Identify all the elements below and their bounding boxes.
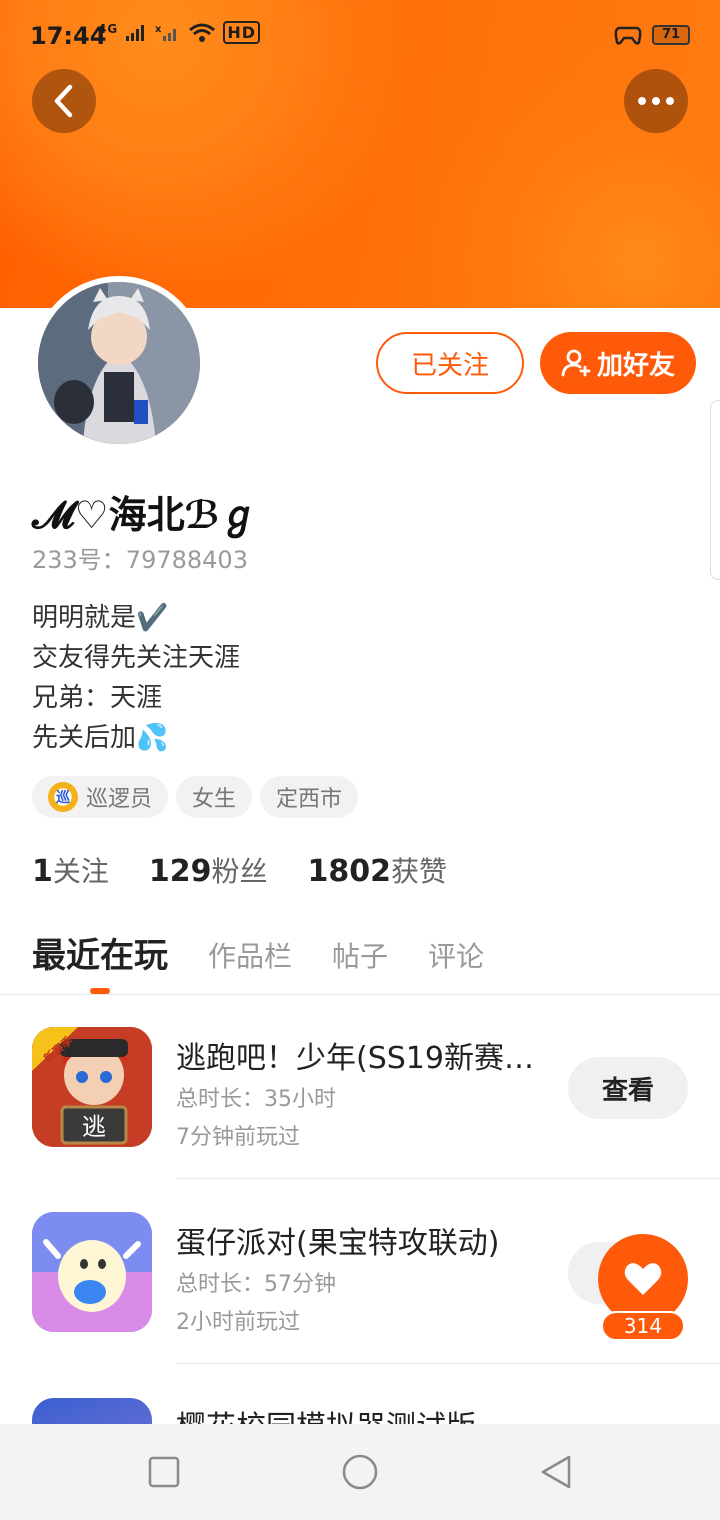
signal-icons: 4G x HD [98, 21, 260, 44]
game-title: 逃跑吧！少年(SS19新赛… [176, 1041, 534, 1076]
profile-tags: 巡 巡逻员 女生 定西市 [32, 776, 359, 818]
game-icon-art: 逃 新赛季 [32, 1027, 152, 1147]
signal-icon-2: x [155, 24, 176, 41]
battery-icon: 71 [652, 25, 690, 45]
recent-apps-button[interactable] [146, 1454, 182, 1490]
stat-label: 粉丝 [211, 855, 268, 888]
system-nav-bar [0, 1424, 720, 1520]
stat-value: 1 [32, 854, 53, 889]
game-last-played: 7分钟前玩过 [176, 1125, 300, 1150]
row-divider [176, 1363, 720, 1364]
svg-text:x: x [155, 24, 162, 35]
bio-line: 交友得先关注天涯 [32, 643, 241, 673]
game-last-played: 2小时前玩过 [176, 1310, 300, 1335]
bio-line: 先关后加💦 [32, 723, 169, 753]
tag-label: 定西市 [276, 787, 343, 812]
game-icon [32, 1212, 152, 1332]
tab-works[interactable]: 作品栏 [208, 935, 292, 977]
row-divider [176, 1178, 720, 1179]
stat-value: 129 [148, 854, 212, 889]
game-icon-art [32, 1212, 152, 1332]
status-bar: 17:44 4G x HD 71 [0, 0, 720, 72]
chevron-left-icon [54, 84, 73, 118]
tag-label: 巡逻员 [86, 787, 153, 812]
tag-label: 女生 [192, 787, 237, 812]
back-button[interactable] [32, 69, 96, 133]
avatar[interactable] [32, 276, 206, 450]
tab-recent-play[interactable]: 最近在玩 [32, 928, 168, 977]
stat-label: 关注 [52, 855, 109, 888]
tabs-divider [0, 994, 720, 995]
status-time: 17:44 [30, 22, 107, 50]
game-row[interactable]: 逃 新赛季 逃跑吧！少年(SS19新赛… 总时长：35小时 7分钟前玩过 查看 [0, 1027, 720, 1197]
more-dots-icon [638, 97, 674, 105]
game-duration: 总时长：35小时 [176, 1087, 336, 1112]
avatar-image [38, 282, 200, 444]
add-friend-button[interactable]: 加好友 [540, 332, 696, 394]
stat-label: 获赞 [391, 855, 448, 888]
stat-likes[interactable]: 1802获赞 [308, 850, 448, 890]
tab-comments[interactable]: 评论 [428, 935, 484, 977]
follow-button[interactable]: 已关注 [376, 332, 524, 394]
patrol-badge-icon: 巡 [48, 782, 78, 812]
circle-icon [342, 1454, 378, 1490]
more-button[interactable] [624, 69, 688, 133]
user-id: 233号：79788403 [32, 546, 248, 574]
nickname: 𝓜♡海北ℬℊ [32, 493, 258, 537]
bio: 明明就是✔️ 交友得先关注天涯 兄弟：天涯 先关后加💦 [32, 598, 240, 758]
bio-line: 明明就是✔️ [32, 603, 169, 633]
game-icon [32, 1398, 152, 1424]
game-icon: 逃 新赛季 [32, 1027, 152, 1147]
profile-tabs: 最近在玩 作品栏 帖子 评论 [32, 928, 484, 977]
game-icon-char: 逃 [82, 1113, 106, 1141]
view-button[interactable]: 查看 [568, 1057, 688, 1119]
side-handle[interactable] [710, 400, 720, 580]
stat-value: 1802 [307, 854, 392, 889]
tab-posts[interactable]: 帖子 [332, 935, 388, 977]
game-duration: 总时长：57分钟 [176, 1272, 336, 1297]
square-icon [148, 1456, 180, 1488]
home-button[interactable] [340, 1452, 380, 1492]
back-nav-button[interactable] [538, 1454, 574, 1490]
tag-location: 定西市 [260, 776, 359, 818]
game-title: 樱花校园模拟器测试版 [176, 1402, 536, 1424]
bio-line: 兄弟：天涯 [32, 683, 163, 713]
profile-stats: 1关注 129粉丝 1802获赞 [32, 850, 447, 890]
stat-followers[interactable]: 129粉丝 [149, 850, 268, 890]
tag-gender: 女生 [176, 776, 253, 818]
stat-following[interactable]: 1关注 [32, 850, 109, 890]
network-label: 4G [98, 22, 119, 36]
gamepad-icon [614, 26, 642, 45]
game-title: 蛋仔派对(果宝特攻联动) [176, 1226, 500, 1261]
signal-icon [126, 25, 145, 41]
add-user-icon [561, 349, 591, 377]
triangle-back-icon [541, 1455, 571, 1489]
like-count: 314 [601, 1311, 685, 1341]
add-friend-label: 加好友 [596, 350, 675, 381]
wifi-icon [189, 23, 216, 42]
hd-label: HD [223, 21, 260, 44]
heart-icon [624, 1263, 662, 1295]
game-row[interactable]: 樱花校园模拟器测试版 [0, 1398, 720, 1424]
avatar-illustration [38, 282, 200, 444]
status-right: 71 [614, 24, 690, 46]
tag-patrol[interactable]: 巡 巡逻员 [32, 776, 169, 818]
